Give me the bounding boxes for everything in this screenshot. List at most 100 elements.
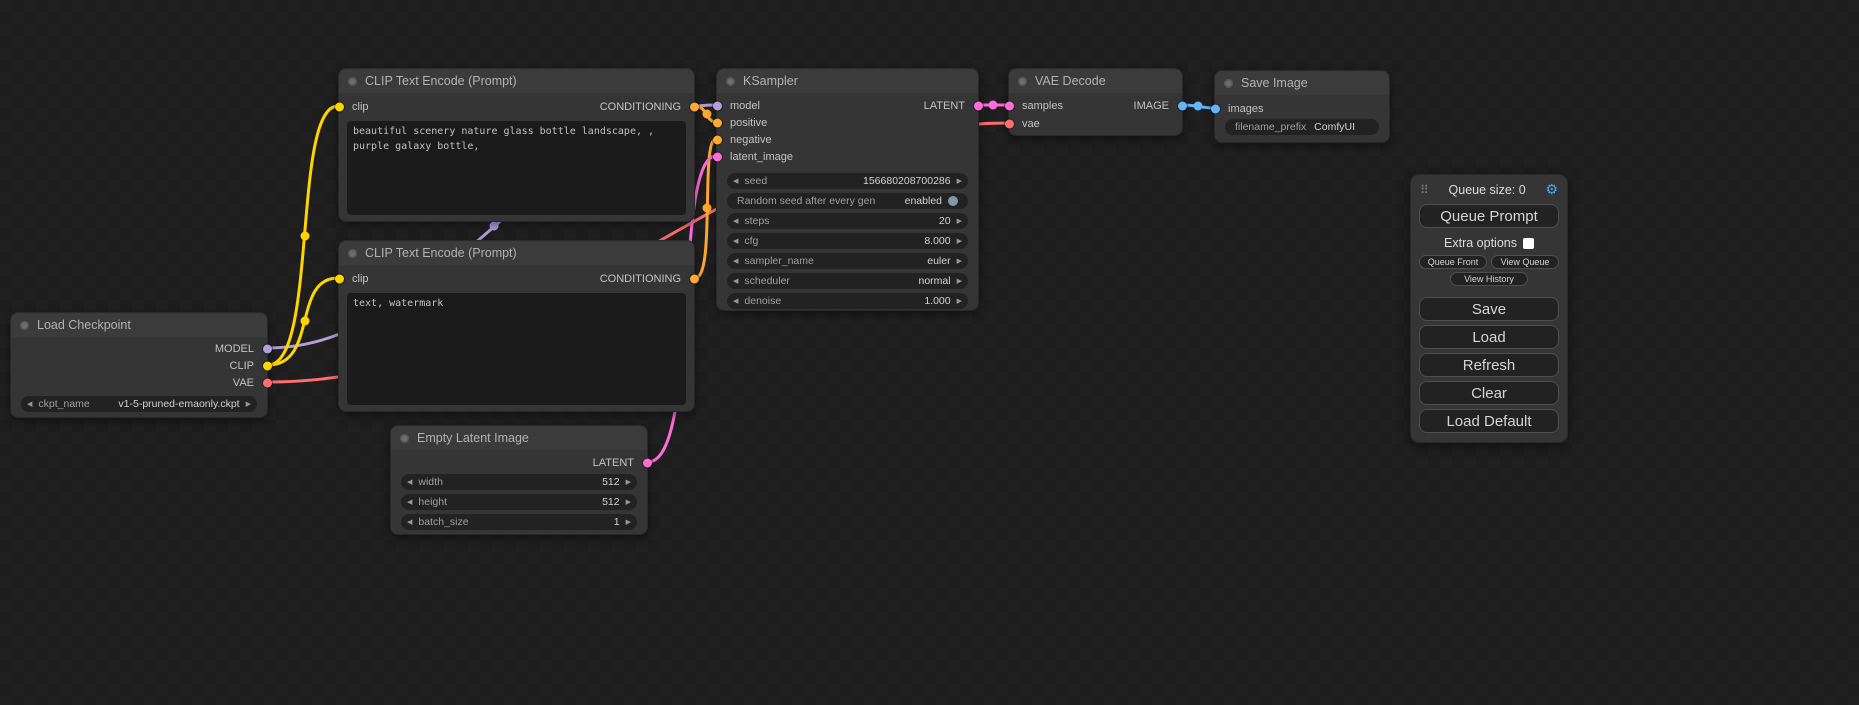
input-port-samples[interactable]: [1005, 102, 1014, 111]
node-header[interactable]: CLIP Text Encode (Prompt): [339, 241, 694, 265]
output-port-latent[interactable]: [974, 101, 983, 110]
arrow-left-icon[interactable]: ◀: [401, 518, 418, 526]
view-queue-button[interactable]: View Queue: [1491, 255, 1559, 269]
input-port-positive[interactable]: [713, 118, 722, 127]
input-label-model: model: [730, 100, 760, 112]
widget-height[interactable]: ◀ height 512 ▶: [401, 494, 637, 510]
output-label-model: MODEL: [215, 343, 254, 355]
queue-prompt-button[interactable]: Queue Prompt: [1419, 204, 1559, 228]
save-button[interactable]: Save: [1419, 297, 1559, 321]
arrow-right-icon[interactable]: ▶: [951, 277, 968, 285]
settings-gear-icon[interactable]: ⚙: [1545, 181, 1558, 198]
arrow-left-icon[interactable]: ◀: [727, 237, 744, 245]
arrow-right-icon[interactable]: ▶: [620, 478, 637, 486]
input-label-positive: positive: [730, 117, 767, 129]
widget-value: 20: [939, 215, 951, 227]
node-header[interactable]: Empty Latent Image: [391, 426, 647, 450]
arrow-right-icon[interactable]: ▶: [951, 217, 968, 225]
arrow-right-icon[interactable]: ▶: [620, 498, 637, 506]
input-port-clip[interactable]: [335, 103, 344, 112]
view-history-button[interactable]: View History: [1450, 272, 1528, 286]
widget-steps[interactable]: ◀ steps 20 ▶: [727, 213, 968, 229]
output-port-model[interactable]: [263, 344, 272, 353]
arrow-left-icon[interactable]: ◀: [21, 400, 38, 408]
output-port-clip[interactable]: [263, 361, 272, 370]
arrow-right-icon[interactable]: ▶: [620, 518, 637, 526]
output-port-latent[interactable]: [643, 459, 652, 468]
load-default-button[interactable]: Load Default: [1419, 409, 1559, 433]
arrow-left-icon[interactable]: ◀: [727, 277, 744, 285]
input-port-latent-image[interactable]: [713, 152, 722, 161]
arrow-left-icon[interactable]: ◀: [401, 498, 418, 506]
arrow-left-icon[interactable]: ◀: [401, 478, 418, 486]
widget-denoise[interactable]: ◀ denoise 1.000 ▶: [727, 293, 968, 309]
widget-scheduler[interactable]: ◀ scheduler normal ▶: [727, 273, 968, 289]
collapse-dot[interactable]: [348, 249, 357, 258]
widget-ckpt-name[interactable]: ◀ ckpt_name v1-5-pruned-emaonly.ckpt ▶: [21, 396, 257, 412]
queue-front-button[interactable]: Queue Front: [1419, 255, 1487, 269]
input-port-vae[interactable]: [1005, 120, 1014, 129]
widget-seed[interactable]: ◀ seed 156680208700286 ▶: [727, 173, 968, 189]
arrow-left-icon[interactable]: ◀: [727, 177, 744, 185]
input-port-clip[interactable]: [335, 275, 344, 284]
node-clip-text-encode-positive[interactable]: CLIP Text Encode (Prompt) clip CONDITION…: [338, 68, 695, 222]
widget-filename-prefix[interactable]: filename_prefix ComfyUI: [1225, 119, 1379, 135]
collapse-dot[interactable]: [348, 77, 357, 86]
node-ksampler[interactable]: KSampler model LATENT positive negative …: [716, 68, 979, 311]
widget-label: denoise: [744, 295, 781, 307]
collapse-dot[interactable]: [400, 434, 409, 443]
toggle-indicator[interactable]: [948, 196, 958, 206]
arrow-left-icon[interactable]: ◀: [727, 297, 744, 305]
prompt-textarea[interactable]: beautiful scenery nature glass bottle la…: [347, 121, 686, 215]
widget-sampler-name[interactable]: ◀ sampler_name euler ▶: [727, 253, 968, 269]
node-empty-latent-image[interactable]: Empty Latent Image LATENT ◀ width 512 ▶ …: [390, 425, 648, 535]
widget-cfg[interactable]: ◀ cfg 8.000 ▶: [727, 233, 968, 249]
widget-label: steps: [744, 215, 769, 227]
comfy-menu-panel[interactable]: ⠿ Queue size: 0 ⚙ Queue Prompt Extra opt…: [1410, 174, 1568, 443]
arrow-right-icon[interactable]: ▶: [951, 297, 968, 305]
widget-label: seed: [744, 175, 767, 187]
output-port-image[interactable]: [1178, 102, 1187, 111]
link-midpoint-dot: [301, 317, 310, 326]
refresh-button[interactable]: Refresh: [1419, 353, 1559, 377]
widget-value: 8.000: [924, 235, 950, 247]
arrow-right-icon[interactable]: ▶: [951, 257, 968, 265]
node-save-image[interactable]: Save Image images filename_prefix ComfyU…: [1214, 70, 1390, 143]
input-port-images[interactable]: [1211, 105, 1220, 114]
arrow-right-icon[interactable]: ▶: [951, 237, 968, 245]
load-button[interactable]: Load: [1419, 325, 1559, 349]
collapse-dot[interactable]: [1018, 77, 1027, 86]
input-port-model[interactable]: [713, 101, 722, 110]
extra-options-checkbox[interactable]: [1523, 238, 1534, 249]
widget-batch-size[interactable]: ◀ batch_size 1 ▶: [401, 514, 637, 530]
input-label-vae: vae: [1022, 118, 1040, 130]
node-clip-text-encode-negative[interactable]: CLIP Text Encode (Prompt) clip CONDITION…: [338, 240, 695, 412]
drag-handle-icon[interactable]: ⠿: [1420, 183, 1429, 197]
collapse-dot[interactable]: [20, 321, 29, 330]
widget-label: Random seed after every gen: [737, 195, 875, 207]
arrow-right-icon[interactable]: ▶: [951, 177, 968, 185]
node-vae-decode[interactable]: VAE Decode samples IMAGE vae: [1008, 68, 1183, 136]
node-title: Save Image: [1241, 76, 1308, 90]
output-port-vae[interactable]: [263, 378, 272, 387]
arrow-left-icon[interactable]: ◀: [727, 217, 744, 225]
input-label-latent-image: latent_image: [730, 151, 793, 163]
output-port-conditioning[interactable]: [690, 103, 699, 112]
collapse-dot[interactable]: [1224, 79, 1233, 88]
arrow-right-icon[interactable]: ▶: [240, 400, 257, 408]
node-header[interactable]: KSampler: [717, 69, 978, 93]
prompt-textarea[interactable]: text, watermark: [347, 293, 686, 405]
node-header[interactable]: Save Image: [1215, 71, 1389, 95]
clear-button[interactable]: Clear: [1419, 381, 1559, 405]
collapse-dot[interactable]: [726, 77, 735, 86]
node-header[interactable]: Load Checkpoint: [11, 313, 267, 337]
node-header[interactable]: VAE Decode: [1009, 69, 1182, 93]
widget-random-seed-toggle[interactable]: Random seed after every gen enabled: [727, 193, 968, 209]
node-load-checkpoint[interactable]: Load Checkpoint MODEL CLIP VAE ◀ ckpt_na…: [10, 312, 268, 418]
output-port-conditioning[interactable]: [690, 275, 699, 284]
widget-value: v1-5-pruned-emaonly.ckpt: [118, 398, 239, 410]
input-port-negative[interactable]: [713, 135, 722, 144]
widget-width[interactable]: ◀ width 512 ▶: [401, 474, 637, 490]
arrow-left-icon[interactable]: ◀: [727, 257, 744, 265]
node-header[interactable]: CLIP Text Encode (Prompt): [339, 69, 694, 93]
